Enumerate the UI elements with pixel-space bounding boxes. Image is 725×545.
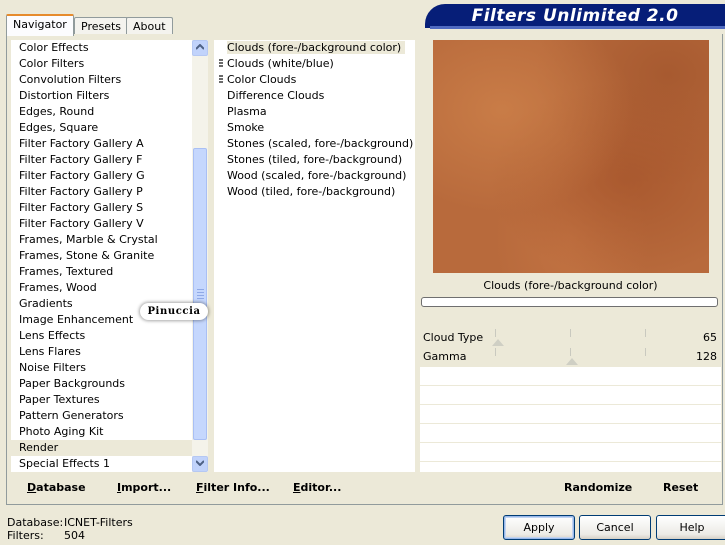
- filter-item[interactable]: Clouds (white/blue): [214, 56, 415, 72]
- category-item[interactable]: Distortion Filters: [11, 88, 192, 104]
- database-value: ICNET-Filters: [64, 516, 133, 529]
- category-item[interactable]: Pattern Generators: [11, 408, 192, 424]
- category-item[interactable]: Render: [11, 440, 192, 456]
- empty-param-row: [420, 386, 721, 405]
- param-value: 128: [696, 350, 717, 363]
- category-item[interactable]: Filter Factory Gallery S: [11, 200, 192, 216]
- filter-item[interactable]: Plasma: [214, 104, 415, 120]
- scroll-up-button[interactable]: [192, 40, 208, 56]
- slider-tick-icon: [492, 339, 504, 346]
- category-item[interactable]: Edges, Square: [11, 120, 192, 136]
- randomize-button[interactable]: Randomize: [564, 481, 632, 495]
- filter-item[interactable]: Difference Clouds: [214, 88, 415, 104]
- param-name: Cloud Type: [423, 331, 484, 344]
- empty-param-row: [420, 367, 721, 386]
- filters-count: 504: [64, 529, 85, 542]
- filter-item-label: Wood (tiled, fore-/background): [227, 185, 396, 198]
- editor-button[interactable]: Editor...: [293, 481, 341, 495]
- category-item[interactable]: Frames, Wood: [11, 280, 192, 296]
- filter-item[interactable]: Stones (scaled, fore-/background): [214, 136, 415, 152]
- scroll-down-button[interactable]: [192, 456, 208, 472]
- category-item[interactable]: Noise Filters: [11, 360, 192, 376]
- slider-divider: [495, 329, 496, 337]
- preview-filter-name: Clouds (fore-/background color): [483, 279, 658, 292]
- category-item[interactable]: Paper Textures: [11, 392, 192, 408]
- chevron-down-icon: [196, 460, 204, 466]
- category-item[interactable]: Frames, Textured: [11, 264, 192, 280]
- grip-icon: [197, 289, 204, 301]
- filter-item-label: Stones (tiled, fore-/background): [227, 153, 403, 166]
- category-scrollbar[interactable]: [192, 40, 208, 472]
- category-item[interactable]: Filter Factory Gallery P: [11, 184, 192, 200]
- filter-item[interactable]: Smoke: [214, 120, 415, 136]
- parameter-list: Cloud Type 65 Gamma 128: [420, 329, 721, 481]
- category-item[interactable]: Special Effects 1: [11, 456, 192, 472]
- slider-divider: [495, 348, 496, 356]
- tab-about[interactable]: About: [126, 17, 173, 35]
- category-item[interactable]: Color Filters: [11, 56, 192, 72]
- slider-tick-icon: [566, 358, 578, 365]
- brand-stripe: [430, 26, 725, 29]
- category-item[interactable]: Color Effects: [11, 40, 192, 56]
- slider-divider: [645, 329, 646, 337]
- scroll-thumb[interactable]: [193, 148, 207, 440]
- slider-divider: [570, 348, 571, 356]
- reset-button[interactable]: Reset: [663, 481, 698, 495]
- category-item[interactable]: Filter Factory Gallery F: [11, 152, 192, 168]
- status-info: Database:ICNET-Filters Filters: 504: [7, 516, 133, 542]
- filter-item[interactable]: Wood (tiled, fore-/background): [214, 184, 415, 200]
- empty-param-row: [420, 443, 721, 462]
- filter-item-label: Difference Clouds: [227, 89, 325, 102]
- filter-info-button[interactable]: Filter Info...: [196, 481, 270, 495]
- category-list[interactable]: Color Effects Color Filters Convolution Fi…: [11, 40, 192, 472]
- filter-item[interactable]: Wood (scaled, fore-/background): [214, 168, 415, 184]
- apply-button[interactable]: Apply: [503, 515, 575, 540]
- slider-divider: [570, 329, 571, 337]
- filter-item[interactable]: Stones (tiled, fore-/background): [214, 152, 415, 168]
- category-item[interactable]: Filter Factory Gallery V: [11, 216, 192, 232]
- drag-handle-icon: [219, 75, 223, 85]
- filter-item-label: Color Clouds: [227, 73, 297, 86]
- filter-item-label: Smoke: [227, 121, 265, 134]
- category-item[interactable]: Lens Effects: [11, 328, 192, 344]
- tab-navigator[interactable]: Navigator: [6, 14, 74, 36]
- param-slider[interactable]: Cloud Type 65: [420, 329, 721, 348]
- brand-banner: Filters Unlimited 2.0: [425, 4, 725, 28]
- filter-item[interactable]: Clouds (fore-/background color): [214, 40, 415, 56]
- tab-presets[interactable]: Presets: [74, 17, 129, 35]
- preview-image: [433, 40, 709, 273]
- filter-list[interactable]: Clouds (fore-/background color) Clouds (w…: [214, 40, 415, 472]
- database-label: Database:: [7, 516, 64, 529]
- slider-divider: [645, 348, 646, 356]
- category-item[interactable]: Frames, Stone & Granite: [11, 248, 192, 264]
- empty-param-row: [420, 405, 721, 424]
- chevron-up-icon: [196, 44, 204, 50]
- cancel-button[interactable]: Cancel: [579, 515, 651, 540]
- category-item[interactable]: Frames, Marble & Crystal: [11, 232, 192, 248]
- help-button[interactable]: Help: [656, 515, 725, 540]
- category-item[interactable]: Edges, Round: [11, 104, 192, 120]
- category-item[interactable]: Convolution Filters: [11, 72, 192, 88]
- drag-handle-icon: [219, 59, 223, 69]
- filter-item-label: Clouds (fore-/background color): [227, 41, 406, 54]
- filter-item-label: Plasma: [227, 105, 267, 118]
- category-item[interactable]: Paper Backgrounds: [11, 376, 192, 392]
- filter-item-label: Wood (scaled, fore-/background): [227, 169, 407, 182]
- watermark-logo: Pinuccia: [140, 303, 208, 320]
- empty-param-row: [420, 424, 721, 443]
- import-button[interactable]: Import...: [117, 481, 171, 495]
- filters-label: Filters:: [7, 529, 44, 542]
- progress-bar: [421, 297, 718, 307]
- filter-item-label: Clouds (white/blue): [227, 57, 334, 70]
- category-item[interactable]: Filter Factory Gallery A: [11, 136, 192, 152]
- database-button[interactable]: Database: [27, 481, 86, 495]
- param-slider[interactable]: Gamma 128: [420, 348, 721, 367]
- filter-item[interactable]: Color Clouds: [214, 72, 415, 88]
- category-item[interactable]: Filter Factory Gallery G: [11, 168, 192, 184]
- category-item[interactable]: Photo Aging Kit: [11, 424, 192, 440]
- category-item[interactable]: Lens Flares: [11, 344, 192, 360]
- param-name: Gamma: [423, 350, 467, 363]
- filter-item-label: Stones (scaled, fore-/background): [227, 137, 414, 150]
- param-value: 65: [703, 331, 717, 344]
